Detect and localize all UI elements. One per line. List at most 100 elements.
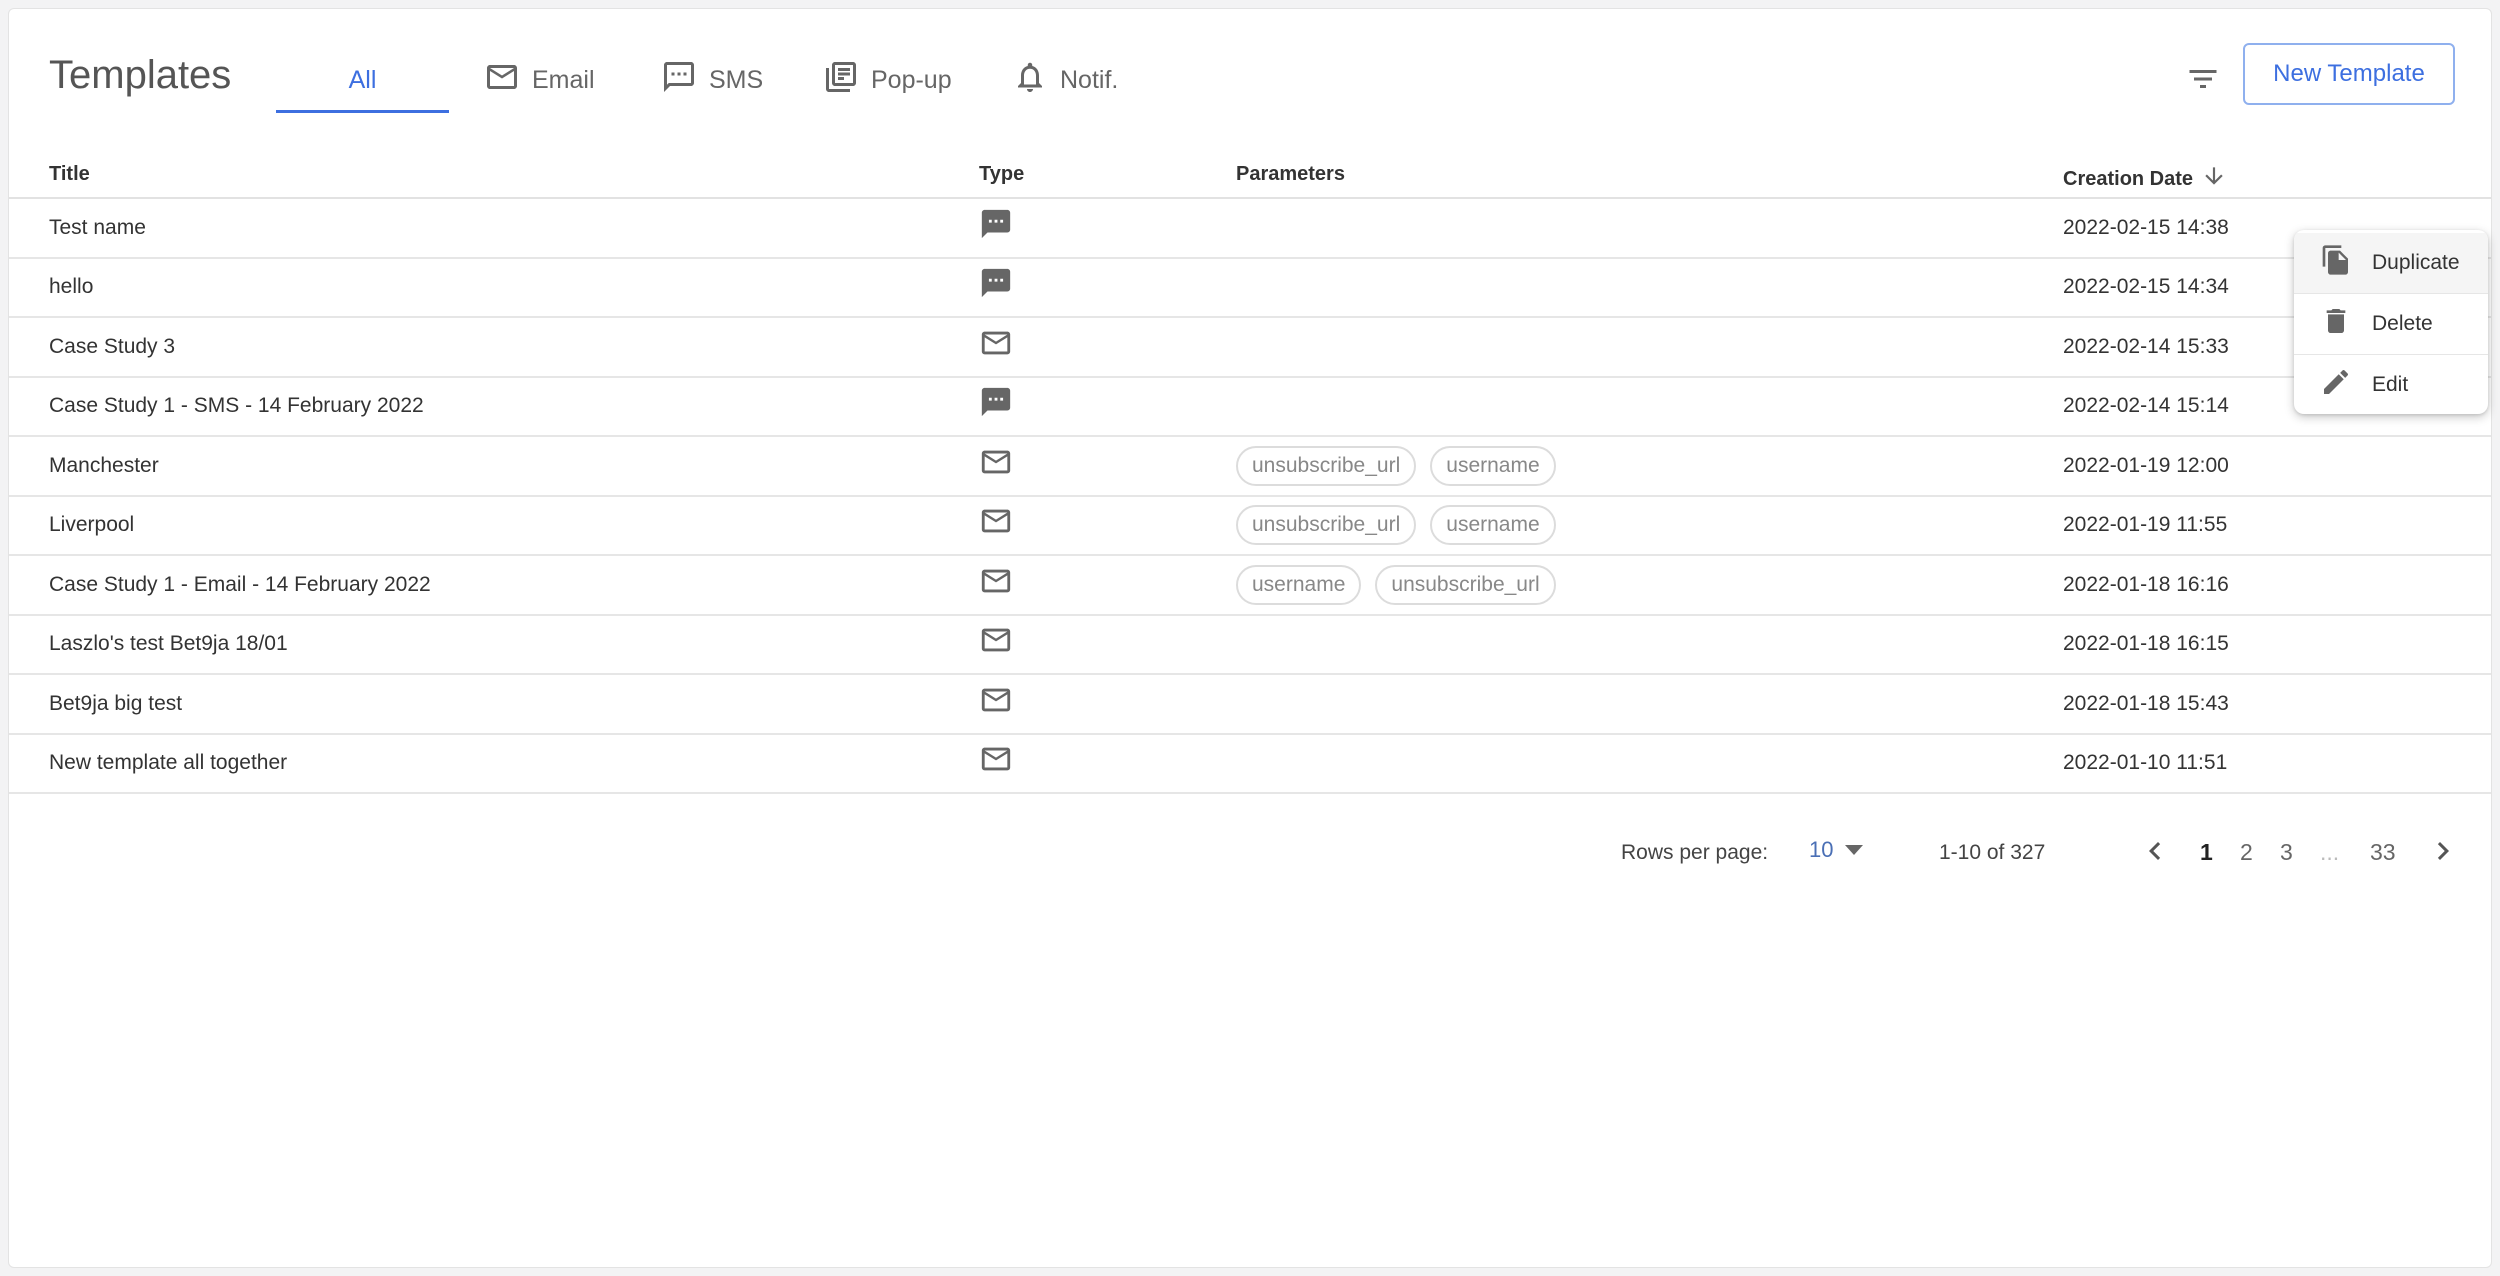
sms-icon [661, 59, 697, 102]
table-row[interactable]: New template all together 2022-01-10 11:5… [9, 735, 2491, 794]
tab-all-label: All [348, 65, 377, 94]
row-creation-date: 2022-01-19 11:55 [2063, 513, 2228, 537]
row-creation-date: 2022-02-15 14:34 [2063, 275, 2229, 299]
sms-icon [979, 199, 1013, 257]
page-3[interactable]: 3 [2280, 839, 2293, 866]
row-title: Laszlo's test Bet9ja 18/01 [49, 632, 288, 656]
tab-popup[interactable]: Pop-up [823, 55, 952, 105]
mail-icon [979, 675, 1013, 733]
mail-icon [979, 497, 1013, 555]
mail-icon [979, 556, 1013, 614]
row-creation-date: 2022-02-14 15:33 [2063, 334, 2229, 358]
pencil-icon [2320, 366, 2352, 404]
sms-icon [979, 259, 1013, 317]
column-creation-date[interactable]: Creation Date [2063, 163, 2227, 195]
rows-per-page-label: Rows per page: [1621, 841, 1769, 864]
templates-table: Title Type Parameters Creation Date Test… [9, 149, 2491, 794]
column-type-label: Type [979, 163, 1025, 185]
filter-icon [2185, 61, 2221, 102]
menu-item-edit[interactable]: Edit [2294, 355, 2488, 414]
table-row[interactable]: Test name 2022-02-15 14:38 [9, 199, 2491, 259]
row-title: Case Study 3 [49, 334, 176, 358]
chevron-left-icon [2137, 842, 2173, 873]
row-parameters: username unsubscribe_url [1236, 556, 1556, 614]
popup-icon [823, 59, 859, 102]
page-1[interactable]: 1 [2200, 839, 2213, 866]
mail-icon [484, 59, 520, 102]
table-body: Test name 2022-02-15 14:38 hello 2022-02-15… [9, 199, 2491, 794]
row-creation-date: 2022-02-15 14:38 [2063, 215, 2229, 239]
table-row[interactable]: Laszlo's test Bet9ja 18/01 2022-01-18 16:… [9, 616, 2491, 675]
table-row[interactable]: Bet9ja big test 2022-01-18 15:43 [9, 675, 2491, 735]
row-title: Manchester [49, 453, 159, 477]
menu-item-duplicate-label: Duplicate [2372, 251, 2460, 274]
table-row[interactable]: Case Study 1 - SMS - 14 February 2022 202… [9, 378, 2491, 437]
parameter-chip: username [1430, 505, 1556, 546]
parameter-chip: unsubscribe_url [1375, 564, 1556, 605]
tab-notifications[interactable]: Notif. [1012, 55, 1118, 105]
table-row[interactable]: Case Study 3 2022-02-14 15:33 [9, 318, 2491, 378]
tab-all[interactable]: All [276, 55, 449, 105]
rows-per-page-select[interactable]: 10 [1809, 837, 1864, 863]
mail-icon [979, 735, 1013, 793]
column-creation-date-label: Creation Date [2063, 167, 2194, 190]
column-parameters[interactable]: Parameters [1236, 163, 1345, 186]
row-creation-date: 2022-01-18 16:15 [2063, 632, 2229, 656]
page-33[interactable]: 33 [2370, 839, 2396, 866]
row-title: Bet9ja big test [49, 691, 183, 715]
row-title: New template all together [49, 751, 288, 775]
templates-card: Templates All Email SMS Pop-up Notif. Ne… [8, 8, 2492, 1268]
sort-arrow-down-icon [2201, 163, 2227, 195]
chevron-right-icon [2425, 842, 2461, 873]
page-ellipsis: ... [2320, 839, 2340, 865]
pagination: Rows per page: 10 1-10 of 327 1 2 3 ... … [9, 829, 2491, 879]
tab-email-label: Email [532, 65, 595, 94]
table-row[interactable]: Liverpool unsubscribe_url username 2022-01-… [9, 497, 2491, 556]
parameter-chip: username [1430, 445, 1556, 486]
active-tab-indicator [276, 110, 449, 113]
mail-icon [979, 616, 1013, 674]
filter-button[interactable] [2179, 57, 2227, 105]
row-creation-date: 2022-02-14 15:14 [2063, 394, 2229, 418]
row-title: Case Study 1 - SMS - 14 February 2022 [49, 394, 424, 418]
table-row[interactable]: Manchester unsubscribe_url username 2022-01… [9, 437, 2491, 497]
mail-icon [979, 318, 1013, 376]
tab-popup-label: Pop-up [871, 65, 952, 94]
table-row[interactable]: hello 2022-02-15 14:34 [9, 259, 2491, 318]
table-header: Title Type Parameters Creation Date [9, 149, 2491, 199]
rows-per-page-value: 10 [1809, 837, 1834, 862]
new-template-button[interactable]: New Template [2243, 43, 2455, 105]
menu-item-delete[interactable]: Delete [2294, 294, 2488, 354]
parameter-chip: username [1236, 564, 1362, 605]
row-title: hello [49, 275, 94, 299]
mail-icon [979, 437, 1013, 495]
trash-icon [2320, 305, 2352, 343]
column-title[interactable]: Title [49, 163, 90, 186]
page-2[interactable]: 2 [2240, 839, 2253, 866]
copy-icon [2320, 244, 2352, 282]
page-title: Templates [49, 53, 232, 97]
menu-item-duplicate[interactable]: Duplicate [2294, 233, 2488, 293]
sms-icon [979, 378, 1013, 436]
row-parameters: unsubscribe_url username [1236, 437, 1556, 495]
menu-item-delete-label: Delete [2372, 312, 2433, 335]
parameter-chip: unsubscribe_url [1236, 445, 1417, 486]
row-creation-date: 2022-01-10 11:51 [2063, 751, 2228, 775]
page-range: 1-10 of 327 [1939, 841, 2046, 864]
menu-item-edit-label: Edit [2372, 373, 2409, 396]
row-creation-date: 2022-01-19 12:00 [2063, 453, 2229, 477]
caret-down-icon [1845, 845, 1864, 855]
row-title: Case Study 1 - Email - 14 February 2022 [49, 572, 431, 596]
previous-page-button[interactable] [2137, 833, 2173, 874]
row-creation-date: 2022-01-18 15:43 [2063, 691, 2229, 715]
row-parameters: unsubscribe_url username [1236, 497, 1556, 555]
table-row[interactable]: Case Study 1 - Email - 14 February 2022 u… [9, 556, 2491, 616]
tab-email[interactable]: Email [484, 55, 595, 105]
next-page-button[interactable] [2425, 833, 2461, 874]
tab-sms[interactable]: SMS [661, 55, 763, 105]
column-parameters-label: Parameters [1236, 163, 1345, 185]
column-title-label: Title [49, 163, 90, 185]
column-type[interactable]: Type [979, 163, 1024, 186]
tab-notifications-label: Notif. [1060, 65, 1119, 94]
row-title: Liverpool [49, 513, 135, 537]
